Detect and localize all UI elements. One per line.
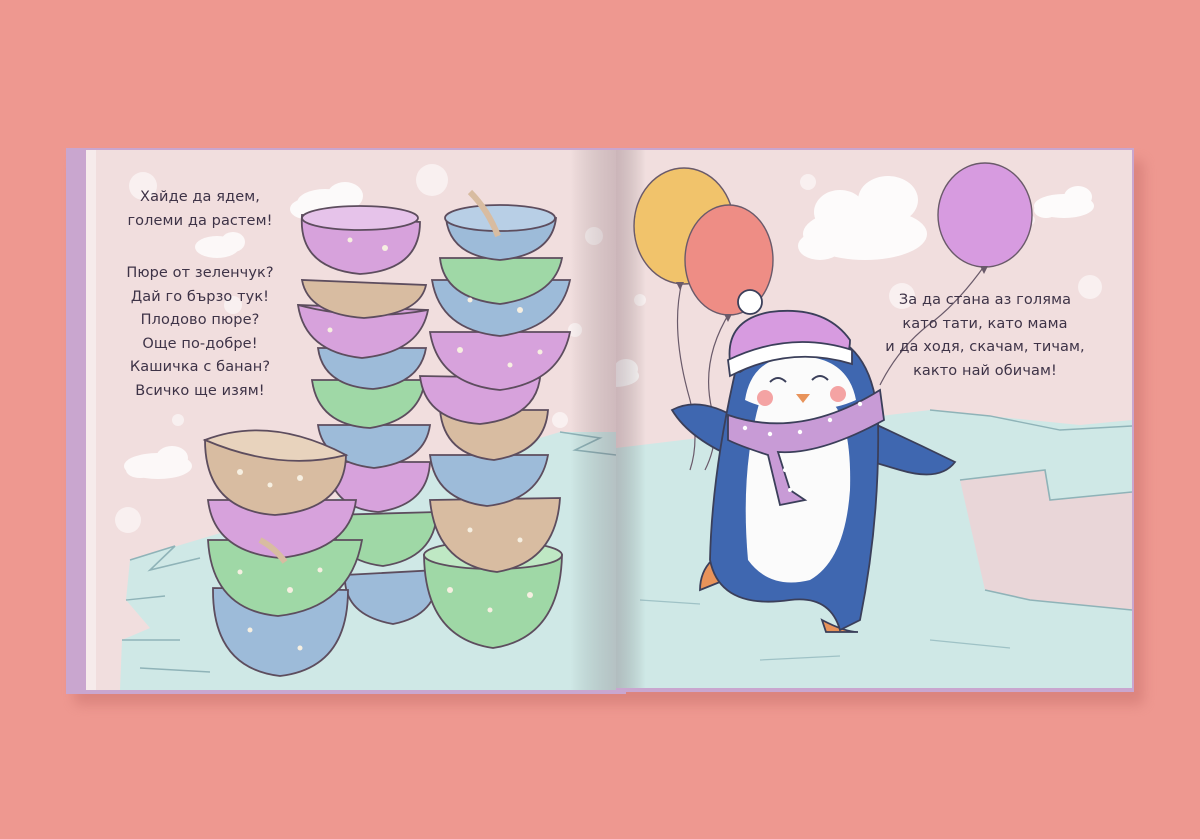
penguin-hat-pompom xyxy=(737,289,763,315)
book-illustration xyxy=(66,148,1144,705)
poem-line: За да стана аз голяма xyxy=(898,292,1072,308)
poem-right-stanza: За да стана аз голяма като тати, като ма… xyxy=(860,289,1110,383)
poem-line: Кашичка с банан? xyxy=(129,359,271,375)
poem-line: и да ходя, скачам, тичам, xyxy=(885,339,1085,355)
poem-left-stanza-2: Пюре от зеленчук? Дай го бързо тук! Плод… xyxy=(100,262,300,403)
poem-line: Пюре от зеленчук? xyxy=(126,265,274,281)
bowl-stack-left xyxy=(202,429,364,677)
poem-line: големи да растем! xyxy=(127,212,273,229)
spine-shadow-left xyxy=(570,150,616,690)
poem-line: както най обичам! xyxy=(913,362,1057,379)
poem-line: Плодово пюре? xyxy=(140,312,260,328)
poem-line: Дай го бързо тук! xyxy=(130,288,270,305)
poem-left-stanza-1: Хайде да ядем, големи да растем! xyxy=(100,186,300,233)
poem-line: като тати, като мама xyxy=(902,315,1068,332)
poem-line: Хайде да ядем, xyxy=(140,189,260,205)
poem-line: Всичко ще изям! xyxy=(135,382,265,399)
balloon-purple xyxy=(937,162,1033,268)
left-page-edge xyxy=(86,150,96,690)
poem-line: Още по-добре! xyxy=(142,335,258,352)
